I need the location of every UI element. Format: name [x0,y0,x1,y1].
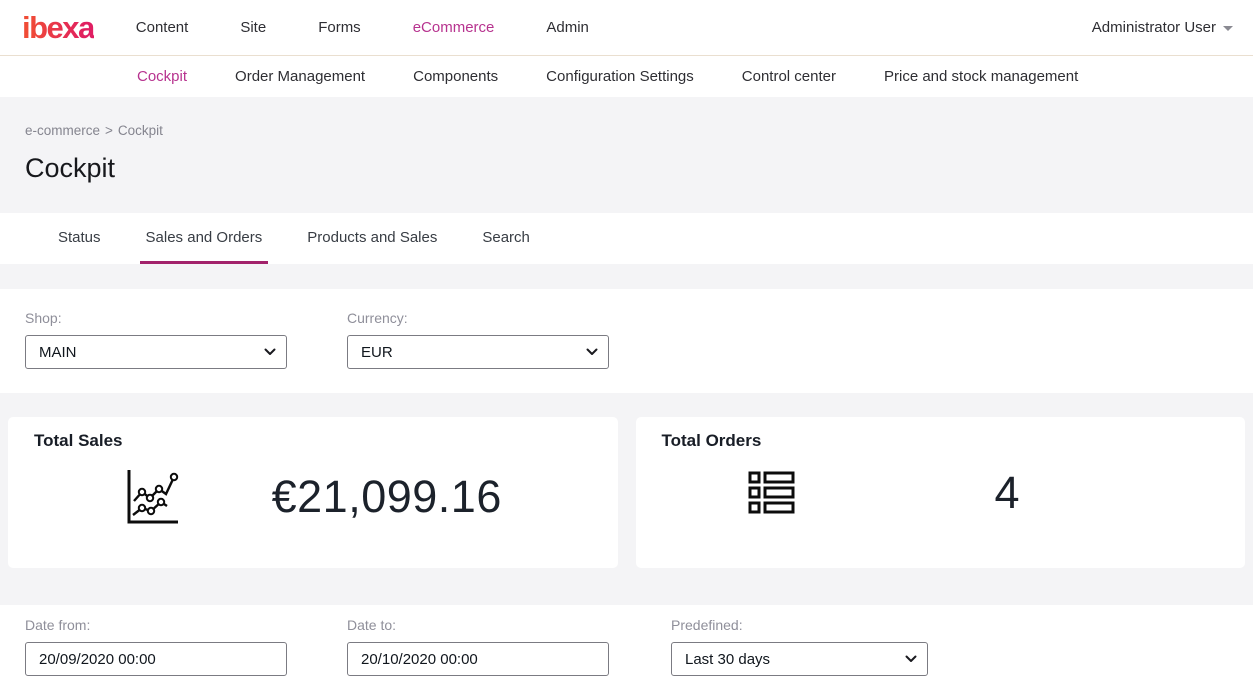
total-sales-value: €21,099.16 [182,471,592,523]
breadcrumb-separator: > [105,123,113,138]
menu-item-content[interactable]: Content [136,19,189,36]
predefined-field: Predefined: Last 30 days [671,617,928,676]
currency-field: Currency: EUR [347,310,609,369]
predefined-range-select[interactable]: Last 30 days [671,642,928,676]
top-navigation-bar: ibexa Content Site Forms eCommerce Admin… [0,0,1253,56]
subnav-item-control-center[interactable]: Control center [742,68,836,85]
subnav-item-configuration-settings[interactable]: Configuration Settings [546,68,694,85]
total-sales-card: Total Sales €21,099.16 [8,417,618,568]
tab-status[interactable]: Status [52,213,107,264]
date-to-label: Date to: [347,617,609,633]
breadcrumb-parent[interactable]: e-commerce [25,123,100,138]
chevron-down-icon [1223,26,1233,31]
shop-currency-filter-panel: Shop: MAIN Currency: EUR [0,289,1253,393]
total-sales-title: Total Sales [34,431,592,451]
predefined-label: Predefined: [671,617,928,633]
ibexa-logo[interactable]: ibexa [22,12,94,43]
kpi-cards: Total Sales €21,099.16 Total Or [8,417,1245,568]
breadcrumb: e-commerce > Cockpit [25,123,1253,138]
currency-label: Currency: [347,310,609,326]
shop-label: Shop: [25,310,287,326]
date-to-input[interactable] [347,642,609,676]
date-to-field: Date to: [347,617,609,676]
currency-select[interactable]: EUR [347,335,609,369]
subnav-item-cockpit[interactable]: Cockpit [137,68,187,85]
breadcrumb-current: Cockpit [118,123,163,138]
menu-item-forms[interactable]: Forms [318,19,361,36]
ecommerce-sub-navigation: Cockpit Order Management Components Conf… [0,56,1253,97]
line-chart-icon [120,467,182,527]
tab-sales-and-orders[interactable]: Sales and Orders [140,213,269,264]
subnav-item-price-stock-management[interactable]: Price and stock management [884,68,1078,85]
date-from-field: Date from: [25,617,287,676]
user-menu-label: Administrator User [1092,19,1216,36]
page-title: Cockpit [25,153,1253,184]
subnav-item-order-management[interactable]: Order Management [235,68,365,85]
tab-products-and-sales[interactable]: Products and Sales [301,213,443,264]
date-range-panel: Date from: Date to: Predefined: Last 30 … [0,605,1253,694]
user-menu[interactable]: Administrator User [1092,19,1233,36]
menu-item-site[interactable]: Site [240,19,266,36]
cockpit-tab-bar: Status Sales and Orders Products and Sal… [0,213,1253,264]
shop-field: Shop: MAIN [25,310,287,369]
total-orders-card: Total Orders 4 [636,417,1246,568]
date-from-label: Date from: [25,617,287,633]
menu-item-ecommerce[interactable]: eCommerce [413,19,495,36]
total-orders-value: 4 [796,467,1220,519]
date-from-input[interactable] [25,642,287,676]
tab-search[interactable]: Search [476,213,536,264]
total-orders-title: Total Orders [662,431,1220,451]
main-menu: Content Site Forms eCommerce Admin [136,19,589,36]
shop-select[interactable]: MAIN [25,335,287,369]
orders-list-icon [748,469,796,517]
subnav-item-components[interactable]: Components [413,68,498,85]
menu-item-admin[interactable]: Admin [546,19,589,36]
